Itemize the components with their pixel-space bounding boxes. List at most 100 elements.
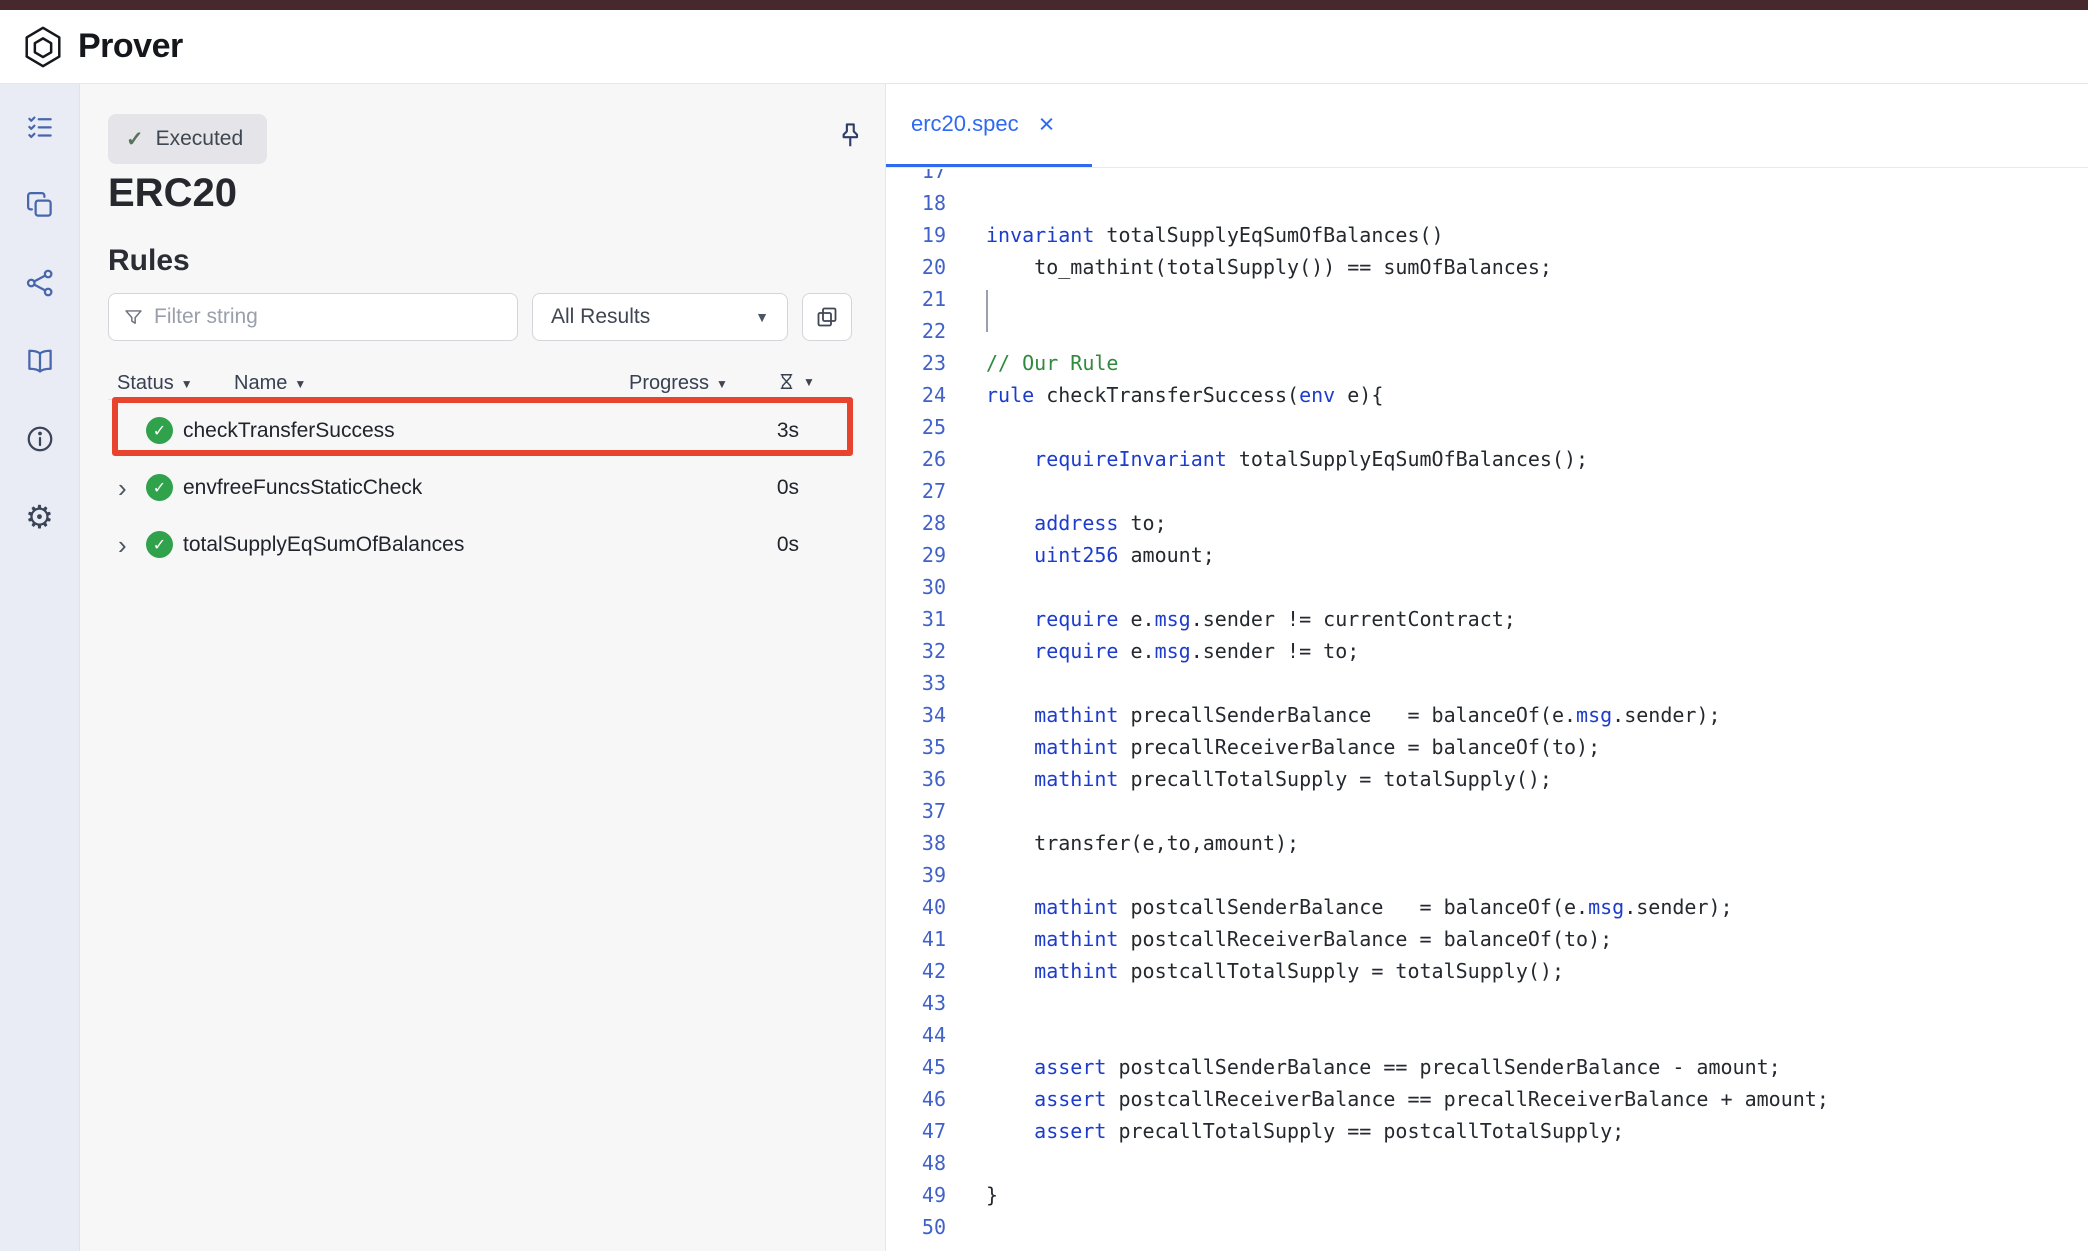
code-line: 17 (886, 169, 2088, 187)
results-panel: ✓ Executed ERC20 Rules All (80, 84, 885, 1251)
tab-erc20-spec[interactable]: erc20.spec × (886, 84, 1092, 167)
code-line: 34 mathint precallSenderBalance = balanc… (886, 699, 2088, 731)
app-header: Prover (0, 10, 2088, 84)
line-content: requireInvariant totalSupplyEqSumOfBalan… (986, 443, 1588, 475)
chevron-down-icon: ▼ (755, 309, 769, 325)
line-number: 36 (886, 763, 946, 795)
code-line: 39 (886, 859, 2088, 891)
call-trace-icon[interactable] (24, 267, 56, 299)
hourglass-icon (777, 372, 796, 391)
code-line: 36 mathint precallTotalSupply = totalSup… (886, 763, 2088, 795)
code-line: 18 (886, 187, 2088, 219)
code-lines: 17 18 19 invariant totalSupplyEqSumOfBal… (886, 169, 2088, 1251)
rules-table-header: Status ▼ Name ▼ Progress ▼ ▼ (108, 372, 854, 400)
rules-section-title: Rules (108, 242, 190, 280)
name-header-label: Name (234, 372, 287, 395)
status-header-label: Status (117, 372, 174, 395)
chip-label: Executed (156, 127, 244, 151)
line-content: uint256 amount; (986, 539, 1215, 571)
line-number: 34 (886, 699, 946, 731)
line-number: 33 (886, 667, 946, 699)
rule-row[interactable]: › ✓ totalSupplyEqSumOfBalances 0s (108, 516, 854, 573)
line-number: 39 (886, 859, 946, 891)
rule-row[interactable]: › ✓ envfreeFuncsStaticCheck 0s (108, 459, 854, 516)
results-filter-dropdown[interactable]: All Results ▼ (532, 293, 788, 341)
line-number: 20 (886, 251, 946, 283)
funnel-icon (123, 307, 144, 328)
line-number: 48 (886, 1147, 946, 1179)
code-line: 20 to_mathint(totalSupply()) == sumOfBal… (886, 251, 2088, 283)
progress-header-label: Progress (629, 372, 709, 395)
code-line: 28 address to; (886, 507, 2088, 539)
results-filter-value: All Results (551, 305, 650, 329)
column-header-status[interactable]: Status ▼ (117, 372, 193, 395)
line-content: mathint precallReceiverBalance = balance… (986, 731, 1600, 763)
line-number: 45 (886, 1051, 946, 1083)
line-number: 51 (886, 1243, 946, 1251)
column-header-duration[interactable]: ▼ (777, 372, 815, 391)
rule-name: checkTransferSuccess (183, 419, 395, 443)
line-content: mathint postcallTotalSupply = totalSuppl… (986, 955, 1564, 987)
code-line: 35 mathint precallReceiverBalance = bala… (886, 731, 2088, 763)
pin-icon[interactable] (835, 120, 865, 150)
code-line: 42 mathint postcallTotalSupply = totalSu… (886, 955, 2088, 987)
editor-tab-bar: erc20.spec × (886, 84, 2088, 168)
page-title: ERC20 (108, 168, 237, 218)
settings-icon[interactable]: ⚙ (24, 501, 56, 533)
line-number: 26 (886, 443, 946, 475)
code-line: 32 require e.msg.sender != to; (886, 635, 2088, 667)
line-content: require e.msg.sender != to; (986, 635, 1359, 667)
icon-sidebar: ⚙ (0, 84, 80, 1251)
line-number: 21 (886, 283, 946, 315)
line-number: 46 (886, 1083, 946, 1115)
sort-triangle-icon: ▼ (803, 375, 815, 389)
rule-duration: 0s (777, 533, 799, 557)
code-line: 51 (886, 1243, 2088, 1251)
prover-logo-icon (20, 24, 66, 70)
main-content: ⚙ ✓ Executed ERC20 Rules (0, 84, 2088, 1251)
code-line: 37 (886, 795, 2088, 827)
code-line: 29 uint256 amount; (886, 539, 2088, 571)
info-icon[interactable] (24, 423, 56, 455)
line-content: assert precallTotalSupply == postcallTot… (986, 1115, 1624, 1147)
rules-table-body: › ✓ checkTransferSuccess 3s › ✓ envfreeF… (108, 402, 854, 573)
expand-chevron-icon[interactable]: › (118, 532, 142, 558)
line-number: 38 (886, 827, 946, 859)
rule-duration: 3s (777, 419, 799, 443)
window-top-strip (0, 0, 2088, 10)
line-number: 30 (886, 571, 946, 603)
code-line: 31 require e.msg.sender != currentContra… (886, 603, 2088, 635)
line-content: // Our Rule (986, 347, 1118, 379)
code-line: 43 (886, 987, 2088, 1019)
expand-rows-button[interactable] (802, 293, 852, 341)
rule-name: envfreeFuncsStaticCheck (183, 476, 422, 500)
status-success-icon: ✓ (146, 417, 173, 444)
status-success-icon: ✓ (146, 531, 173, 558)
column-header-progress[interactable]: Progress ▼ (629, 372, 728, 395)
rules-controls: All Results ▼ (108, 293, 852, 341)
code-line: 23 // Our Rule (886, 347, 2088, 379)
filter-input[interactable] (154, 305, 503, 329)
line-content: mathint precallSenderBalance = balanceOf… (986, 699, 1721, 731)
code-viewport[interactable]: 17 18 19 invariant totalSupplyEqSumOfBal… (886, 169, 2088, 1251)
close-tab-icon[interactable]: × (1039, 111, 1055, 138)
line-content: mathint postcallReceiverBalance = balanc… (986, 923, 1612, 955)
code-line: 30 (886, 571, 2088, 603)
line-content: to_mathint(totalSupply()) == sumOfBalanc… (986, 251, 1552, 283)
line-number: 27 (886, 475, 946, 507)
line-number: 44 (886, 1019, 946, 1051)
rules-list-icon[interactable] (24, 111, 56, 143)
line-number: 28 (886, 507, 946, 539)
line-number: 49 (886, 1179, 946, 1211)
expand-chevron-icon[interactable]: › (118, 475, 142, 501)
docs-icon[interactable] (24, 345, 56, 377)
code-line: 40 mathint postcallSenderBalance = balan… (886, 891, 2088, 923)
contracts-icon[interactable] (24, 189, 56, 221)
rule-row[interactable]: › ✓ checkTransferSuccess 3s (108, 402, 854, 459)
line-number: 25 (886, 411, 946, 443)
column-header-name[interactable]: Name ▼ (234, 372, 306, 395)
line-number: 41 (886, 923, 946, 955)
code-line: 19 invariant totalSupplyEqSumOfBalances(… (886, 219, 2088, 251)
code-line: 22 (886, 315, 2088, 347)
line-number: 23 (886, 347, 946, 379)
